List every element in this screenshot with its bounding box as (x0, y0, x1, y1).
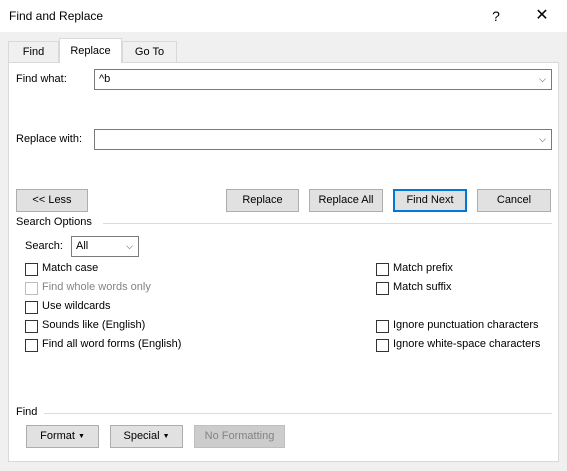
chevron-down-icon[interactable]: ⌵ (120, 237, 138, 256)
tab-find-label: Find (22, 46, 45, 58)
search-options-title: Search Options (16, 216, 92, 228)
replace-tab-panel: Find what: ^b ⌵ Replace with: ⌵ << Less … (8, 62, 559, 462)
find-replace-dialog: Find and Replace ? ✕ Find Replace Go To … (0, 0, 568, 471)
find-what-label: Find what: (16, 73, 67, 85)
whole-words-label: Find whole words only (42, 281, 151, 293)
checkbox-box[interactable] (25, 339, 38, 352)
chevron-down-icon[interactable]: ⌵ (533, 130, 551, 149)
ignore-whitespace-label: Ignore white-space characters (393, 338, 541, 350)
replace-with-label: Replace with: (16, 133, 83, 145)
chevron-down-icon[interactable]: ⌵ (533, 70, 551, 89)
caret-down-icon: ▼ (77, 433, 85, 440)
use-wildcards-label: Use wildcards (42, 300, 111, 312)
match-suffix-label: Match suffix (393, 281, 452, 293)
find-section-divider (44, 413, 552, 414)
checkbox-box[interactable] (376, 339, 389, 352)
checkbox-box[interactable] (376, 263, 389, 276)
find-next-button[interactable]: Find Next (393, 189, 467, 212)
ignore-punctuation-label: Ignore punctuation characters (393, 319, 539, 331)
tab-find[interactable]: Find (8, 41, 59, 62)
search-options-divider (103, 223, 552, 224)
special-button-label: Special (123, 430, 160, 442)
title-bar: Find and Replace ? ✕ (0, 0, 567, 32)
tab-replace[interactable]: Replace (59, 38, 122, 63)
close-icon[interactable]: ✕ (522, 0, 562, 32)
checkbox-box (25, 282, 38, 295)
format-button[interactable]: Format ▼ (26, 425, 99, 448)
tab-goto-label: Go To (134, 46, 165, 58)
tab-goto[interactable]: Go To (122, 41, 177, 62)
no-formatting-button: No Formatting (194, 425, 285, 448)
replace-button[interactable]: Replace (226, 189, 299, 212)
help-icon[interactable]: ? (476, 0, 516, 32)
word-forms-label: Find all word forms (English) (42, 338, 182, 350)
tab-replace-label: Replace (70, 45, 111, 57)
replace-with-input[interactable]: ⌵ (94, 129, 552, 150)
cancel-button[interactable]: Cancel (477, 189, 551, 212)
dialog-title: Find and Replace (9, 9, 104, 23)
search-direction-value: All (76, 240, 89, 252)
less-button[interactable]: << Less (16, 189, 88, 212)
checkbox-box[interactable] (25, 263, 38, 276)
checkbox-box[interactable] (376, 282, 389, 295)
match-prefix-label: Match prefix (393, 262, 453, 274)
special-button[interactable]: Special ▼ (110, 425, 183, 448)
find-what-value: ^b (99, 73, 111, 85)
checkbox-box[interactable] (25, 320, 38, 333)
find-what-input[interactable]: ^b ⌵ (94, 69, 552, 90)
match-case-label: Match case (42, 262, 99, 274)
checkbox-box[interactable] (25, 301, 38, 314)
sounds-like-label: Sounds like (English) (42, 319, 146, 331)
search-direction-label: Search: (25, 240, 63, 252)
replace-all-button[interactable]: Replace All (309, 189, 383, 212)
find-section-title: Find (16, 406, 38, 418)
format-button-label: Format (40, 430, 75, 442)
checkbox-box[interactable] (376, 320, 389, 333)
search-direction-select[interactable]: All ⌵ (71, 236, 139, 257)
caret-down-icon: ▼ (162, 433, 170, 440)
